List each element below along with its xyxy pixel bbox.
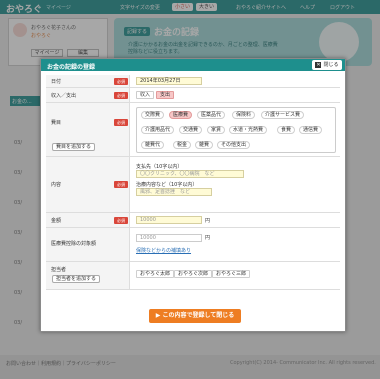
- payee-input[interactable]: 〇〇クリニック、〇〇病院 など: [136, 170, 244, 178]
- amount-row: 金額 必須 10000 円: [46, 213, 340, 228]
- person-label: 担当者: [51, 267, 67, 273]
- chip-tax[interactable]: 税金: [173, 141, 192, 149]
- chip-medical[interactable]: 医療費: [169, 111, 193, 119]
- person-option[interactable]: おやろぐ三郎: [212, 270, 251, 278]
- amount-input[interactable]: 10000: [136, 216, 202, 224]
- chip-utilities[interactable]: 水道・光熱費: [229, 126, 268, 134]
- expense-toggle[interactable]: 支出: [156, 91, 175, 99]
- required-badge: 必須: [114, 181, 128, 188]
- chip-insurance[interactable]: 保険料: [232, 111, 256, 119]
- detail-row: 内容 必須 支払先（10字以内） 〇〇クリニック、〇〇病院 など 治療内容など（1…: [46, 157, 340, 213]
- add-person-button[interactable]: 担当者を追加する: [52, 275, 101, 283]
- detail-label: 内容: [51, 182, 62, 188]
- person-option[interactable]: おやろぐ太郎: [136, 270, 175, 278]
- chip-care-goods[interactable]: 介護用品代: [141, 126, 175, 134]
- modal-header: お金の記録の登録 ✕ 閉じる: [41, 59, 345, 71]
- submit-label: この内容で登録して閉じる: [162, 312, 235, 319]
- deduction-label: 医療費控除の対象額: [51, 241, 97, 247]
- chip-medicine[interactable]: 医薬品代: [197, 111, 226, 119]
- chip-other[interactable]: その他支出: [217, 141, 251, 149]
- required-badge: 必須: [114, 217, 128, 224]
- type-row: 収入／支出 必須 収入 支出: [46, 88, 340, 103]
- deduction-row: 医療費控除の対象額 10000 円 保険などからの補填あり: [46, 228, 340, 262]
- person-row: 担当者 担当者を追加する おやろぐ太郎 おやろぐ次郎 おやろぐ三郎: [46, 262, 340, 290]
- submit-button[interactable]: ▶ この内容で登録して閉じる: [149, 309, 241, 323]
- close-label: 閉じる: [323, 62, 339, 68]
- deduction-input[interactable]: 10000: [136, 234, 202, 242]
- date-label: 日付: [51, 79, 62, 85]
- expense-item-label: 費目: [51, 120, 62, 126]
- date-field[interactable]: 2014年03月27日: [136, 77, 202, 85]
- person-option[interactable]: おやろぐ次郎: [174, 270, 213, 278]
- amount-unit: 円: [205, 218, 211, 224]
- insurance-compensation-link[interactable]: 保険などからの補填あり: [136, 247, 191, 254]
- add-expense-item-button[interactable]: 費目を追加する: [52, 143, 96, 151]
- chip-rent[interactable]: 家賃: [207, 126, 226, 134]
- chip-care-service[interactable]: 介護サービス費: [261, 111, 305, 119]
- type-label: 収入／支出: [51, 93, 77, 99]
- chip-food[interactable]: 食費: [277, 126, 296, 134]
- close-icon: ✕: [315, 61, 322, 68]
- expense-item-row: 費目 必須 費目を追加する 交際費 医療費 医薬品代 保険料 介護サービス費 介…: [46, 103, 340, 157]
- amount-label: 金額: [51, 218, 62, 224]
- content-input[interactable]: 風邪、足首捻挫 など: [136, 188, 212, 196]
- expense-chip-group: 交際費 医療費 医薬品代 保険料 介護サービス費 介護用品代 交通費 家賃 水道…: [136, 107, 336, 153]
- required-badge: 必須: [114, 78, 128, 85]
- required-badge: 必須: [114, 92, 128, 99]
- content-label: 治療内容など（10字以内）: [136, 182, 198, 188]
- income-toggle[interactable]: 収入: [136, 91, 155, 99]
- close-button[interactable]: ✕ 閉じる: [312, 60, 342, 70]
- deduction-unit: 円: [205, 235, 211, 241]
- chip-social[interactable]: 交際費: [141, 111, 165, 119]
- chip-misc-fee[interactable]: 雑費代: [141, 141, 165, 149]
- chip-transport[interactable]: 交通費: [179, 126, 203, 134]
- modal-title: お金の記録の登録: [47, 64, 96, 71]
- chip-communication[interactable]: 通信費: [299, 126, 323, 134]
- required-badge: 必須: [114, 119, 128, 126]
- chip-misc[interactable]: 雑費: [195, 141, 214, 149]
- money-record-modal: お金の記録の登録 ✕ 閉じる 日付 必須 2014年03月27日 収入／支出 必須 収…: [40, 58, 346, 332]
- payee-label: 支払先（10字以内）: [136, 164, 183, 170]
- date-row: 日付 必須 2014年03月27日: [46, 75, 340, 88]
